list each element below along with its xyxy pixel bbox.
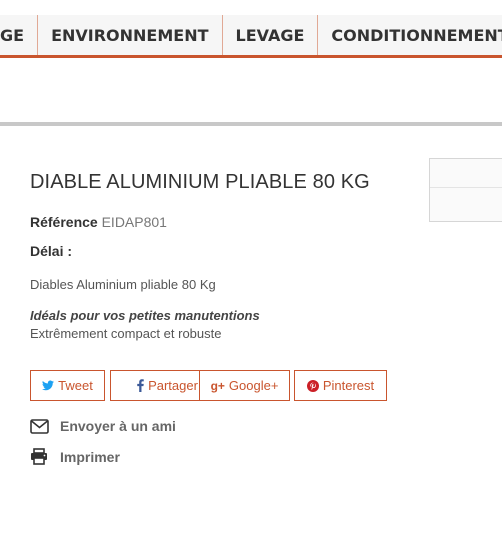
- section-divider: [0, 122, 502, 126]
- tweet-button[interactable]: Tweet: [30, 370, 105, 401]
- send-to-friend-link[interactable]: Envoyer à un ami: [30, 418, 176, 434]
- facebook-icon: [137, 379, 144, 392]
- nav-item-partial-left[interactable]: GE: [0, 15, 39, 55]
- product-title: DIABLE ALUMINIUM PLIABLE 80 KG: [30, 171, 370, 193]
- partager-label: Partager: [148, 378, 198, 393]
- print-link[interactable]: Imprimer: [30, 448, 120, 465]
- reference-value: EIDAP801: [101, 214, 167, 230]
- top-navigation: GE ENVIRONNEMENT LEVAGE CONDITIONNEMENT …: [0, 15, 502, 58]
- pinterest-button[interactable]: Pinterest: [294, 370, 387, 401]
- twitter-icon: [42, 380, 55, 391]
- print-label: Imprimer: [60, 448, 120, 465]
- send-to-friend-label: Envoyer à un ami: [60, 418, 176, 434]
- tweet-label: Tweet: [58, 378, 93, 393]
- feature-text: Extrêmement compact et robuste: [30, 326, 222, 341]
- nav-item-levage[interactable]: LEVAGE: [223, 15, 319, 55]
- nav-item-environnement[interactable]: ENVIRONNEMENT: [38, 15, 223, 55]
- feature-title: Idéals pour vos petites manutentions: [30, 308, 260, 323]
- google-plus-label: Google+: [228, 378, 279, 393]
- side-panel-divider: [430, 187, 502, 188]
- nav-item-conditionnement[interactable]: CONDITIONNEMENT: [318, 15, 502, 55]
- reference-label: Référence: [30, 214, 98, 230]
- product-reference: Référence EIDAP801: [30, 214, 167, 230]
- side-panel: [429, 158, 502, 222]
- google-plus-button[interactable]: g+ Google+: [199, 370, 290, 401]
- pinterest-label: Pinterest: [322, 378, 375, 393]
- pinterest-icon: [306, 379, 319, 392]
- printer-icon: [30, 448, 60, 465]
- envelope-icon: [30, 418, 60, 434]
- product-short-description: Diables Aluminium pliable 80 Kg: [30, 277, 216, 292]
- google-plus-icon: g+: [210, 378, 225, 393]
- delay-label: Délai :: [30, 243, 73, 259]
